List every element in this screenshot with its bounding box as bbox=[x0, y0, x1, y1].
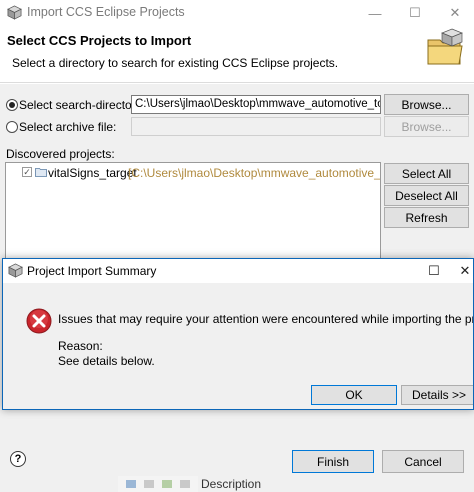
background-toolbar-icons bbox=[118, 476, 198, 492]
dialog-reason-text: See details below. bbox=[58, 354, 155, 368]
project-path: [C:\Users\jlmao\Desktop\mmwave_automotiv… bbox=[128, 166, 380, 180]
error-icon bbox=[26, 308, 52, 334]
dialog-close-button[interactable]: ✕ bbox=[453, 259, 473, 283]
project-checkbox[interactable]: ✓ bbox=[22, 167, 32, 177]
finish-button[interactable]: Finish bbox=[292, 450, 374, 473]
help-icon[interactable]: ? bbox=[10, 451, 26, 467]
archive-file-label: Select archive file: bbox=[19, 120, 117, 134]
discovered-projects-label: Discovered projects: bbox=[6, 147, 115, 161]
dialog-reason-label: Reason: bbox=[58, 339, 103, 353]
dialog-title: Project Import Summary bbox=[27, 264, 157, 278]
project-folder-icon bbox=[35, 168, 47, 177]
background-description-label: Description bbox=[201, 477, 262, 491]
archive-file-field[interactable] bbox=[131, 117, 381, 136]
minimize-button[interactable]: — bbox=[360, 0, 390, 26]
window-title: Import CCS Eclipse Projects bbox=[27, 5, 185, 19]
search-directory-field[interactable]: C:\Users\jlmao\Desktop\mmwave_automotive… bbox=[131, 95, 381, 114]
search-directory-radio[interactable] bbox=[6, 99, 18, 111]
dialog-maximize-button[interactable]: ☐ bbox=[417, 259, 451, 283]
wizard-title: Select CCS Projects to Import bbox=[7, 33, 192, 48]
wizard-description: Select a directory to search for existin… bbox=[12, 56, 339, 70]
refresh-button[interactable]: Refresh bbox=[384, 207, 469, 228]
archive-file-radio[interactable] bbox=[6, 121, 18, 133]
ok-button[interactable]: OK bbox=[311, 385, 397, 405]
import-folder-icon bbox=[427, 28, 463, 65]
dialog-message: Issues that may require your attention w… bbox=[58, 312, 474, 326]
cancel-button[interactable]: Cancel bbox=[382, 450, 464, 473]
select-all-button[interactable]: Select All bbox=[384, 163, 469, 184]
maximize-button[interactable]: ☐ bbox=[398, 0, 432, 26]
eclipse-cube-icon bbox=[8, 263, 23, 278]
browse-archive-button[interactable]: Browse... bbox=[384, 116, 469, 137]
details-button[interactable]: Details >> bbox=[401, 385, 473, 405]
browse-directory-button[interactable]: Browse... bbox=[384, 94, 469, 115]
deselect-all-button[interactable]: Deselect All bbox=[384, 185, 469, 206]
import-summary-dialog: Project Import Summary ☐ ✕ Issues that m… bbox=[2, 258, 474, 410]
project-name[interactable]: vitalSigns_target bbox=[48, 166, 137, 180]
search-directory-label: Select search-directory: bbox=[19, 98, 146, 112]
close-button[interactable]: ✕ bbox=[438, 0, 472, 26]
eclipse-cube-icon bbox=[7, 5, 22, 20]
